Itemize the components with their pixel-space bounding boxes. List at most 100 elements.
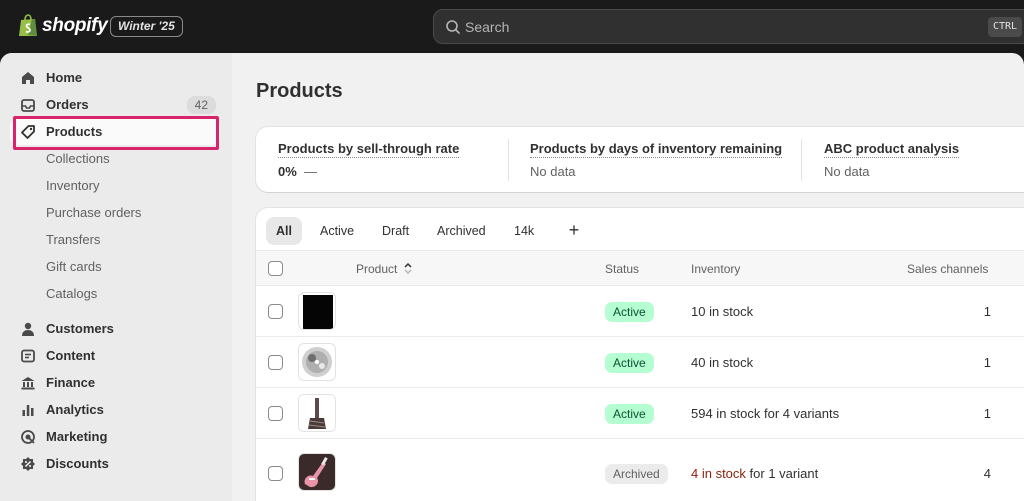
shopify-logo[interactable]: shopify xyxy=(18,14,108,37)
sidebar-item-gift-cards[interactable]: Gift cards xyxy=(10,254,220,280)
target-icon xyxy=(21,430,35,444)
row-checkbox[interactable] xyxy=(268,406,283,421)
sidebar-item-analytics[interactable]: Analytics xyxy=(10,397,220,423)
sidebar-item-label: Content xyxy=(46,348,96,363)
sidebar-item-finance[interactable]: Finance xyxy=(10,370,220,396)
top-bar: shopify Winter '25 Search CTRL xyxy=(0,0,1024,53)
page-title: Products xyxy=(256,80,343,102)
product-thumbnail xyxy=(298,343,336,381)
sales-channels-value: 1 xyxy=(983,355,991,370)
sidebar-item-content[interactable]: Content xyxy=(10,343,220,369)
home-icon xyxy=(22,72,34,84)
sales-channels-value: 1 xyxy=(983,304,991,319)
search-icon xyxy=(446,20,460,34)
metric-value: No data xyxy=(530,164,576,179)
discount-icon xyxy=(21,457,35,471)
inventory-value: 10 in stock xyxy=(691,304,754,319)
sidebar-item-label: Analytics xyxy=(46,402,104,417)
edition-badge[interactable]: Winter '25 xyxy=(110,16,183,37)
sales-channels-value: 4 xyxy=(983,466,991,481)
metric-value: No data xyxy=(824,164,870,179)
table-header: Product Status Inventory Sales channels xyxy=(256,250,1024,286)
table-row[interactable]: Active 40 in stock 1 xyxy=(256,337,1024,388)
tab-draft[interactable]: Draft xyxy=(372,217,419,245)
record-image xyxy=(302,347,332,377)
column-inventory: Inventory xyxy=(691,262,741,276)
tab-14k[interactable]: 14k xyxy=(504,217,544,245)
metric-days-inventory[interactable]: Products by days of inventory remaining … xyxy=(530,141,783,179)
shopify-bag-icon xyxy=(19,14,37,36)
sidebar-item-inventory[interactable]: Inventory xyxy=(10,173,220,199)
sidebar-item-label: Orders xyxy=(46,97,89,112)
inventory-value: 4 in stock for 1 variant xyxy=(691,466,819,481)
bank-icon xyxy=(21,377,35,390)
table-row[interactable]: Active 10 in stock 1 xyxy=(256,286,1024,337)
column-status: Status xyxy=(605,262,640,276)
metric-title: Products by sell-through rate xyxy=(278,141,460,158)
status-badge: Active xyxy=(605,404,654,424)
sort-icon xyxy=(404,262,412,275)
sidebar-item-purchase-orders[interactable]: Purchase orders xyxy=(10,200,220,226)
guitar-image xyxy=(299,454,335,490)
brand-name: shopify xyxy=(42,14,108,36)
low-stock-link[interactable]: 4 in stock xyxy=(691,466,746,481)
status-badge: Active xyxy=(605,302,654,322)
product-thumbnail xyxy=(298,453,336,491)
sidebar-item-label: Purchase orders xyxy=(46,205,142,220)
sidebar-item-label: Inventory xyxy=(46,178,100,193)
tab-all[interactable]: All xyxy=(266,217,302,245)
column-sales-channels: Sales channels xyxy=(907,262,989,276)
metric-value: 0% — xyxy=(278,164,318,179)
table-row[interactable]: Archived 4 in stock for 1 variant 4 xyxy=(256,439,1024,499)
status-badge: Archived xyxy=(605,464,668,484)
orders-count-badge: 42 xyxy=(186,96,216,114)
sidebar-item-transfers[interactable]: Transfers xyxy=(10,227,220,253)
person-icon xyxy=(22,322,34,336)
column-product[interactable]: Product xyxy=(356,262,413,276)
bong-image xyxy=(308,398,326,429)
search-shortcut-key: CTRL xyxy=(988,17,1023,37)
sidebar-item-label: Home xyxy=(46,70,83,85)
sidebar-item-catalogs[interactable]: Catalogs xyxy=(10,281,220,307)
metric-title: ABC product analysis xyxy=(824,141,960,158)
add-view-icon[interactable]: + xyxy=(564,217,584,245)
sidebar-item-collections[interactable]: Collections xyxy=(10,146,220,172)
content-icon xyxy=(21,349,35,363)
row-checkbox[interactable] xyxy=(268,304,283,319)
tab-archived[interactable]: Archived xyxy=(427,217,496,245)
tab-active[interactable]: Active xyxy=(310,217,364,245)
status-badge: Active xyxy=(605,353,654,373)
inventory-value: 40 in stock xyxy=(691,355,754,370)
main-content: Products Products by sell-through rate 0… xyxy=(232,53,1024,501)
sidebar-item-label: Discounts xyxy=(46,456,109,471)
row-checkbox[interactable] xyxy=(268,466,283,481)
sidebar-item-label: Transfers xyxy=(46,232,101,247)
sidebar-item-home[interactable]: Home xyxy=(10,65,220,91)
metric-sell-through[interactable]: Products by sell-through rate 0% — xyxy=(278,141,460,179)
admin-shell: Home Orders 42 Products Collections Inve… xyxy=(0,53,1024,501)
row-checkbox[interactable] xyxy=(268,355,283,370)
sidebar-item-label: Collections xyxy=(46,151,110,166)
divider xyxy=(508,139,509,181)
sidebar-item-marketing[interactable]: Marketing xyxy=(10,424,220,450)
bar-chart-icon xyxy=(22,405,34,416)
inventory-value: 594 in stock for 4 variants xyxy=(691,406,840,421)
metric-title: Products by days of inventory remaining xyxy=(530,141,783,158)
sidebar-item-label: Catalogs xyxy=(46,286,98,301)
sidebar-item-customers[interactable]: Customers xyxy=(10,316,220,342)
select-all-checkbox[interactable] xyxy=(268,261,283,276)
search-placeholder: Search xyxy=(465,19,510,35)
highlight-box xyxy=(13,116,219,150)
sidebar-item-label: Marketing xyxy=(46,429,108,444)
products-table-card: All Active Draft Archived 14k + Product … xyxy=(256,208,1024,501)
sidebar-item-label: Gift cards xyxy=(46,259,102,274)
sales-channels-value: 1 xyxy=(983,406,991,421)
analytics-bar: Products by sell-through rate 0% — Produ… xyxy=(256,127,1024,192)
sidebar-item-discounts[interactable]: Discounts xyxy=(10,451,220,477)
search-bar[interactable]: Search CTRL xyxy=(433,9,1024,44)
sidebar-item-orders[interactable]: Orders 42 xyxy=(10,92,220,118)
table-row[interactable]: Active 594 in stock for 4 variants 1 xyxy=(256,388,1024,439)
sidebar-item-label: Finance xyxy=(46,375,96,390)
inbox-icon xyxy=(21,99,35,112)
metric-abc-analysis[interactable]: ABC product analysis No data xyxy=(824,141,960,179)
